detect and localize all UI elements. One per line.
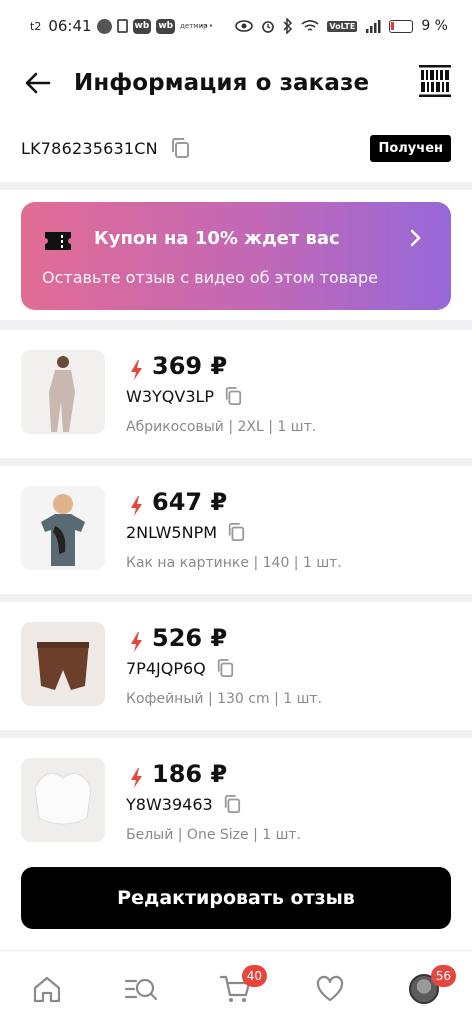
- status-left: t2 06:41 wb wb детмир ···: [30, 17, 213, 35]
- copy-order-number-button[interactable]: [170, 137, 190, 159]
- battery-percent: 9 %: [421, 18, 448, 34]
- product-sku: Y8W39463: [126, 794, 213, 814]
- tab-home[interactable]: [27, 971, 67, 1007]
- bottom-tab-bar: 40 56: [0, 950, 472, 1024]
- lightning-icon: [131, 360, 142, 380]
- notification-icon: [116, 19, 128, 33]
- product-sku-row: 2NLW5NPM: [126, 522, 245, 542]
- notification-icon: [96, 18, 112, 34]
- lightning-icon: [131, 632, 142, 652]
- copy-icon: [171, 138, 189, 158]
- coupon-section: Купон на 10% ждет вас Оставьте отзыв с в…: [0, 190, 472, 320]
- profile-count-badge: 56: [430, 965, 456, 987]
- heart-icon: [316, 975, 344, 1002]
- tab-catalog[interactable]: [121, 971, 161, 1007]
- copy-sku-button[interactable]: [216, 658, 234, 678]
- detmir-app-icon: детмир: [180, 21, 208, 30]
- status-right: VoLTE 9 %: [235, 18, 448, 34]
- signal-icon: [366, 20, 381, 33]
- status-bar: t2 06:41 wb wb детмир ··· VoLTE 9 %: [0, 0, 472, 52]
- arrow-left-icon: [25, 72, 51, 94]
- wifi-icon: [301, 20, 319, 31]
- lightning-icon: [131, 496, 142, 516]
- order-item[interactable]: 526 ₽ 7P4JQP6Q Кофейный | 130 cm | 1 шт.: [0, 602, 472, 730]
- product-sku-row: 7P4JQP6Q: [126, 658, 234, 678]
- ticket-icon: [45, 232, 71, 250]
- product-price: 647 ₽: [152, 488, 228, 516]
- product-price: 369 ₽: [152, 352, 228, 380]
- copy-icon: [217, 659, 233, 678]
- product-image: [21, 758, 105, 842]
- tab-favorites[interactable]: [310, 971, 350, 1007]
- coupon-banner[interactable]: Купон на 10% ждет вас Оставьте отзыв с в…: [21, 202, 451, 310]
- product-sku: 7P4JQP6Q: [126, 658, 206, 678]
- home-icon: [33, 976, 61, 1003]
- product-sku: 2NLW5NPM: [126, 522, 218, 542]
- copy-sku-button[interactable]: [227, 522, 245, 542]
- copy-icon: [228, 523, 245, 542]
- tab-cart[interactable]: 40: [215, 965, 267, 1007]
- product-image: [21, 622, 105, 706]
- coupon-title: Купон на 10% ждет вас: [94, 228, 340, 249]
- order-item[interactable]: 647 ₽ 2NLW5NPM Как на картинке | 140 | 1…: [0, 466, 472, 594]
- copy-sku-button[interactable]: [224, 386, 242, 406]
- catalog-search-icon: [124, 978, 158, 1001]
- wb-app-icon: wb: [132, 18, 152, 34]
- order-number-row: LK786235631CN Получен: [0, 114, 472, 182]
- lightning-icon: [131, 768, 142, 788]
- product-sku-row: W3YQV3LP: [126, 386, 242, 406]
- order-number: LK786235631CN: [21, 138, 158, 158]
- bluetooth-icon: [283, 18, 293, 34]
- product-attributes: Кофейный | 130 cm | 1 шт.: [126, 691, 323, 707]
- tab-profile[interactable]: 56: [404, 965, 456, 1007]
- product-image: [21, 350, 105, 434]
- clock: 06:41: [48, 17, 92, 35]
- wb-app-icon: wb: [156, 18, 176, 34]
- product-price: 526 ₽: [152, 624, 228, 652]
- copy-icon: [224, 795, 240, 814]
- copy-sku-button[interactable]: [223, 794, 241, 814]
- edit-review-button[interactable]: Редактировать отзыв: [21, 867, 451, 929]
- cart-count-badge: 40: [241, 965, 267, 987]
- carrier-label: t2: [30, 19, 42, 33]
- alarm-icon: [262, 21, 275, 33]
- top-app-bar: Информация о заказе: [0, 52, 472, 114]
- product-attributes: Как на картинке | 140 | 1 шт.: [126, 555, 342, 571]
- coupon-subtitle: Оставьте отзыв с видео об этом товаре: [42, 268, 379, 287]
- back-button[interactable]: [24, 69, 52, 97]
- product-sku: W3YQV3LP: [126, 386, 215, 406]
- order-status-badge: Получен: [370, 134, 451, 162]
- chevron-right-icon: [410, 229, 421, 247]
- eye-icon: [235, 20, 254, 32]
- page-title: Информация о заказе: [74, 70, 370, 96]
- order-item[interactable]: 186 ₽ Y8W39463 Белый | One Size | 1 шт.: [0, 738, 472, 866]
- product-image: [21, 486, 105, 570]
- volte-icon: VoLTE: [327, 20, 358, 32]
- order-item[interactable]: 369 ₽ W3YQV3LP Абрикосовый | 2XL | 1 шт.: [0, 330, 472, 458]
- product-attributes: Белый | One Size | 1 шт.: [126, 827, 302, 843]
- product-attributes: Абрикосовый | 2XL | 1 шт.: [126, 419, 317, 435]
- battery-icon: [389, 19, 414, 33]
- product-price: 186 ₽: [152, 760, 228, 788]
- bottom-action-area: Редактировать отзыв: [0, 860, 472, 950]
- barcode-icon: [419, 65, 451, 97]
- more-notifications-icon: ···: [199, 17, 214, 35]
- copy-icon: [225, 387, 242, 405]
- barcode-button[interactable]: [418, 64, 452, 102]
- product-sku-row: Y8W39463: [126, 794, 241, 814]
